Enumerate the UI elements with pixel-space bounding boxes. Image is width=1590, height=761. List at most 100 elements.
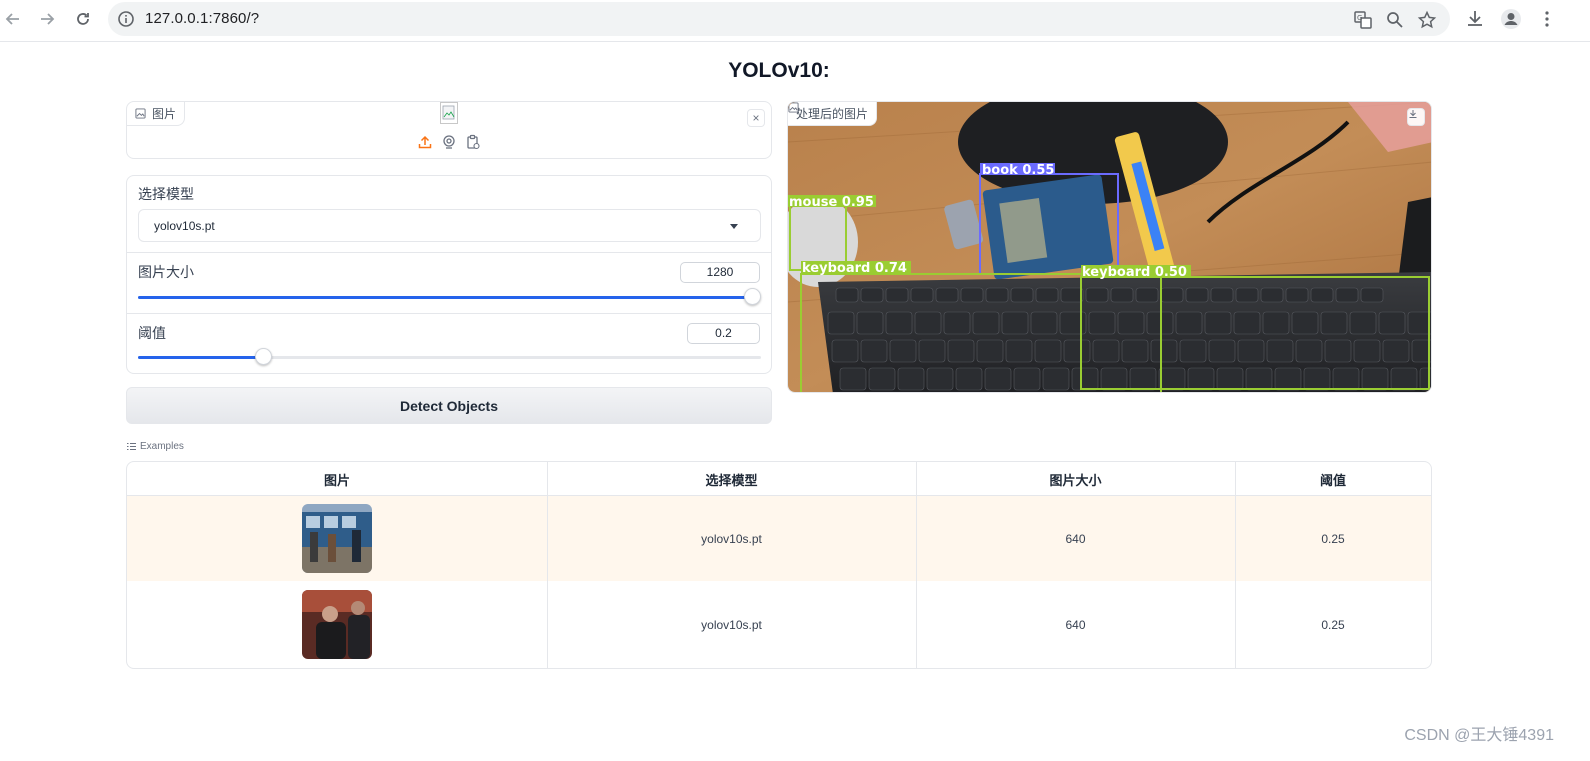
detection-label-keyboard-1: keyboard 0.74 (802, 261, 907, 276)
keyboard-key (1034, 339, 1062, 363)
threshold-slider-thumb[interactable] (254, 348, 272, 365)
keyboard-key (1274, 367, 1302, 391)
examples-label: Examples (127, 441, 184, 452)
webcam-icon[interactable] (441, 134, 457, 150)
keyboard-key (918, 339, 946, 363)
keyboard-key (1121, 339, 1149, 363)
back-arrow-icon[interactable] (0, 6, 26, 32)
keyboard-key (885, 287, 909, 303)
upload-icon[interactable] (417, 134, 433, 150)
keyboard-key (1237, 339, 1265, 363)
column-header-size: 图片大小 (1049, 472, 1102, 488)
example-model-cell[interactable]: yolov10s.pt (547, 581, 916, 668)
forward-arrow-icon[interactable] (34, 6, 60, 32)
detect-objects-button[interactable]: Detect Objects (126, 387, 772, 424)
example-threshold-cell[interactable]: 0.25 (1235, 581, 1431, 668)
keyboard-key (1005, 339, 1033, 363)
keyboard-key (1063, 339, 1091, 363)
keyboard-key (1129, 367, 1157, 391)
example-thumbnail-people[interactable] (302, 590, 372, 659)
keyboard-key (984, 367, 1012, 391)
example-size-cell[interactable]: 640 (916, 581, 1235, 668)
column-header-image: 图片 (323, 472, 350, 488)
download-icon (1409, 110, 1417, 118)
keyboard-key (1382, 339, 1410, 363)
keyboard-key (1378, 311, 1406, 335)
keyboard-key (1135, 287, 1159, 303)
keyboard-key (860, 287, 884, 303)
menu-kebab-icon[interactable] (1536, 8, 1558, 30)
reload-icon[interactable] (70, 6, 96, 32)
image-size-slider-fill (138, 296, 752, 299)
threshold-label: 阈值 (138, 325, 166, 341)
keyboard-key (835, 287, 859, 303)
input-image-panel[interactable]: 图片 × (126, 101, 772, 159)
keyboard-key (1320, 311, 1348, 335)
keyboard-key (1285, 287, 1309, 303)
threshold-slider-fill (138, 356, 263, 359)
detection-result-image: book 0.55 mouse 0.95 keyboard 0.74 keybo… (788, 102, 1431, 392)
keyboard-key (1390, 367, 1418, 391)
keyboard-key (1187, 367, 1215, 391)
keyboard-key (1295, 339, 1323, 363)
output-image-label: 处理后的图片 (788, 102, 878, 126)
keyboard-key (1291, 311, 1319, 335)
download-icon[interactable] (1464, 8, 1486, 30)
example-thumbnail-bus[interactable] (302, 504, 372, 573)
keyboard-key (985, 287, 1009, 303)
keyboard-key (1059, 311, 1087, 335)
example-threshold-cell[interactable]: 0.25 (1235, 496, 1431, 581)
keyboard-key (1088, 311, 1116, 335)
keyboard-key (1092, 339, 1120, 363)
keyboard-key (1324, 339, 1352, 363)
clear-image-button[interactable]: × (747, 109, 765, 127)
detection-label-mouse: mouse 0.95 (789, 195, 874, 210)
column-header-model: 选择模型 (705, 472, 758, 488)
keyboard-key (1160, 287, 1184, 303)
keyboard-key (1013, 367, 1041, 391)
divider (127, 252, 771, 253)
chevron-down-icon[interactable] (730, 224, 738, 229)
keyboard-key (1001, 311, 1029, 335)
keyboard-key (1204, 311, 1232, 335)
threshold-input[interactable]: 0.2 (687, 323, 760, 344)
keyboard-key (960, 287, 984, 303)
settings-panel: 选择模型 yolov10s.pt 图片大小 1280 阈值 0.2 (126, 175, 772, 374)
keyboard-key (1010, 287, 1034, 303)
list-icon (127, 443, 136, 450)
keyboard-key (1117, 311, 1145, 335)
model-dropdown[interactable]: yolov10s.pt (138, 209, 761, 242)
keyboard-key (1216, 367, 1244, 391)
keyboard-key (889, 339, 917, 363)
clipboard-paste-icon[interactable] (465, 134, 481, 150)
model-select-label: 选择模型 (138, 186, 194, 202)
download-image-button[interactable] (1407, 108, 1425, 126)
threshold-slider[interactable] (138, 356, 761, 359)
keyboard-key (1266, 339, 1294, 363)
example-model-cell[interactable]: yolov10s.pt (547, 496, 916, 581)
keyboard-key (1208, 339, 1236, 363)
keyboard-key (976, 339, 1004, 363)
model-dropdown-value: yolov10s.pt (154, 219, 215, 233)
page-title: YOLOv10: (728, 59, 830, 82)
keyboard-key (1035, 287, 1059, 303)
keyboard-key (955, 367, 983, 391)
keyboard-key (1042, 367, 1070, 391)
keyboard-key (1262, 311, 1290, 335)
keyboard-key (947, 339, 975, 363)
site-info-icon[interactable] (117, 10, 135, 28)
example-size-cell[interactable]: 640 (916, 496, 1235, 581)
keyboard-key (1060, 287, 1084, 303)
column-header-threshold: 阈值 (1319, 472, 1346, 488)
image-size-input[interactable]: 1280 (680, 262, 760, 283)
zoom-icon[interactable] (1385, 10, 1405, 30)
profile-avatar-icon[interactable] (1500, 8, 1522, 30)
image-size-slider[interactable] (138, 296, 752, 299)
image-size-slider-thumb[interactable] (744, 288, 761, 305)
keyboard-key (1175, 311, 1203, 335)
keyboard-key (1361, 367, 1389, 391)
translate-icon[interactable]: G (1353, 10, 1373, 30)
bookmark-star-icon[interactable] (1417, 10, 1437, 30)
keyboard-key (839, 367, 867, 391)
address-bar[interactable]: 127.0.0.1:7860/? G (108, 2, 1450, 36)
